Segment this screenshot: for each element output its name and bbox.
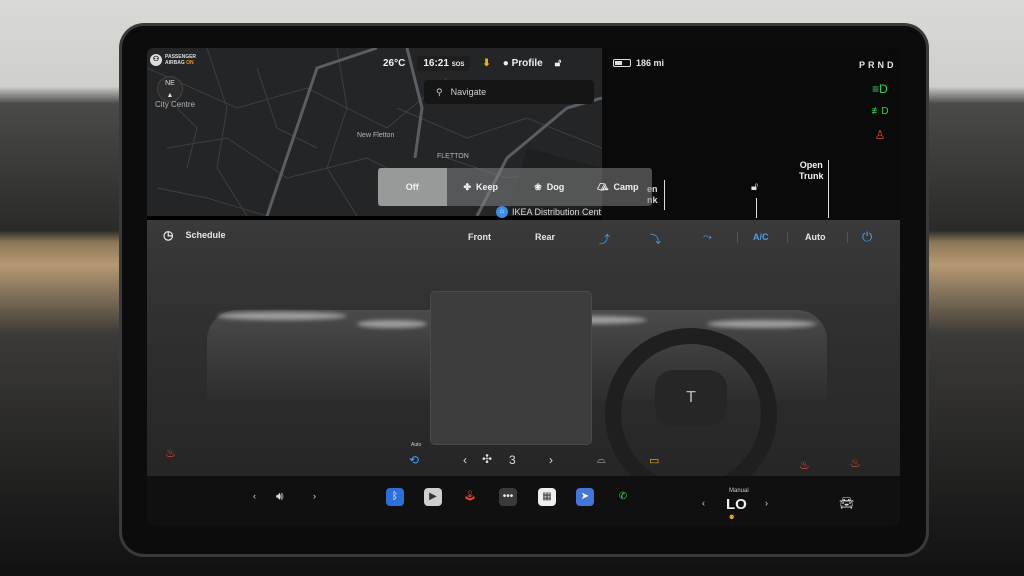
schedule-button[interactable]: ◷ Schedule: [163, 228, 226, 242]
airbag-state: ON: [186, 60, 194, 66]
mode-label: Keep: [476, 182, 499, 192]
climate-power-icon[interactable]: ⏻: [862, 229, 872, 245]
fan-icon: ✤: [463, 181, 472, 192]
sos-label: SOS: [451, 62, 465, 68]
mode-label: Camp: [613, 182, 639, 192]
navigation-app-icon[interactable]: ➤: [576, 488, 594, 506]
battery-range: 186 mi: [636, 58, 665, 68]
lock-status-icon[interactable]: 🔓︎: [555, 58, 561, 69]
climate-status-icon: ⚉: [729, 515, 735, 521]
recirculate-mode-label: Auto: [411, 442, 422, 448]
download-icon[interactable]: ⬇: [482, 58, 490, 69]
passenger-airbag-indicator: ⚇ PASSENGER AIRBAG ON: [150, 54, 196, 66]
divider: [847, 232, 848, 243]
climate-panel: T ◷ Schedule Front Rear ⤴ ⤵ ⤳ A/C Auto ⏻…: [147, 220, 900, 476]
lock-line: [756, 198, 757, 218]
person-icon: ●: [502, 58, 509, 69]
rear-defrost-icon[interactable]: ▭: [649, 454, 659, 467]
poi-ikea[interactable]: ⌂ IKEA Distribution Cent: [496, 206, 601, 218]
status-bar: 26°C 16:21 SOS ⬇ ● Profile 🔓︎: [383, 56, 561, 71]
vent-windshield-icon[interactable]: ⤳: [703, 231, 712, 244]
tesla-logo-icon: T: [655, 370, 727, 426]
cabin-mode-label: Manual: [729, 488, 749, 494]
frunk-line: [664, 180, 665, 210]
profile-label: Profile: [511, 58, 543, 69]
profile-button[interactable]: ● Profile: [503, 58, 543, 69]
mode-dog[interactable]: ❀ Dog: [515, 168, 584, 206]
bluetooth-icon[interactable]: ᛒ: [386, 488, 404, 506]
calendar-icon[interactable]: ▦: [538, 488, 556, 506]
door-lock-icon[interactable]: 🔓︎: [751, 181, 758, 194]
front-defrost-tab[interactable]: Front: [468, 232, 491, 242]
recirculate-icon[interactable]: ⟲: [409, 453, 419, 467]
airflow-right: [707, 320, 817, 328]
clock-icon: ◷: [163, 228, 174, 242]
car-icon[interactable]: 🚘︎: [839, 496, 854, 510]
fan-icon: ✣: [482, 452, 493, 466]
map-label-new-fletton: New Fletton: [357, 132, 395, 139]
auto-button[interactable]: Auto: [805, 232, 826, 242]
phone-icon[interactable]: ✆: [614, 488, 632, 506]
volume-down-chevron-icon[interactable]: ‹: [253, 491, 256, 501]
store-pin-icon: ⌂: [496, 206, 508, 218]
vent-face-icon[interactable]: ⤴: [599, 231, 610, 247]
paw-icon: ❀: [534, 181, 542, 192]
mode-label: Dog: [546, 182, 565, 192]
compass-heading: NE: [165, 80, 175, 87]
cabin-temperature[interactable]: LO: [726, 496, 747, 513]
airflow-left: [217, 312, 347, 320]
search-icon: ⚲: [436, 86, 443, 97]
passenger-seat-heat-icon[interactable]: ♨: [850, 456, 861, 470]
map-label-city-centre: City Centre: [155, 100, 196, 109]
tent-icon: ⛺︎: [597, 181, 609, 192]
temp-down-chevron-icon[interactable]: ‹: [702, 498, 705, 508]
toybox-joystick-icon[interactable]: 🕹︎: [461, 488, 479, 506]
front-defrost-icon[interactable]: ⌓: [597, 454, 606, 467]
mode-keep[interactable]: ✤ Keep: [447, 168, 516, 206]
navigate-placeholder: Navigate: [450, 87, 487, 97]
bottom-dock: ‹ 🔊︎ › ᛒ ▶ 🕹︎ ••• ▦ ➤ ✆ ‹ Manual LO ⚉ › …: [147, 476, 900, 526]
airflow-center-left: [357, 320, 427, 328]
ac-button[interactable]: A/C: [753, 232, 769, 242]
rear-defrost-tab[interactable]: Rear: [535, 232, 555, 242]
steering-heat-icon[interactable]: ♨: [799, 458, 810, 472]
outside-temperature: 26°C: [383, 58, 406, 69]
seatbelt-warning-icon: ♙: [874, 128, 886, 142]
fan-decrease-chevron-icon[interactable]: ‹: [463, 453, 467, 467]
fog-lights-icon: ≢D: [871, 106, 889, 117]
touchscreen: ⚇ PASSENGER AIRBAG ON NE ▲ City Centre N…: [147, 48, 900, 526]
fan-increase-chevron-icon[interactable]: ›: [549, 453, 553, 467]
gear-indicator: PRND: [859, 60, 897, 70]
temp-up-chevron-icon[interactable]: ›: [765, 498, 768, 508]
open-trunk-button[interactable]: Open Trunk: [799, 160, 824, 182]
schedule-label: Schedule: [185, 230, 226, 240]
climate-keep-modes: Off ✤ Keep ❀ Dog ⛺︎ Camp: [378, 168, 652, 206]
battery-fill: [615, 61, 623, 65]
airbag-line2: AIRBAG: [165, 60, 185, 66]
mode-label: Off: [405, 182, 419, 192]
media-player-icon[interactable]: ▶: [424, 488, 442, 506]
airbag-icon: ⚇: [150, 54, 162, 66]
clock-time: 16:21: [423, 58, 449, 69]
center-display-illustration: [431, 292, 591, 444]
battery-icon: [613, 59, 631, 67]
driver-seat-heat-icon[interactable]: ♨: [165, 446, 176, 460]
trunk-line: [828, 160, 829, 218]
compass-button[interactable]: NE ▲: [157, 76, 183, 102]
divider: [787, 232, 788, 243]
clock: 16:21 SOS: [417, 56, 471, 71]
volume-icon[interactable]: 🔊︎: [276, 489, 284, 504]
more-apps-icon[interactable]: •••: [499, 488, 517, 506]
fan-speed-value: 3: [509, 453, 516, 467]
mode-off[interactable]: Off: [378, 168, 447, 206]
vent-feet-icon[interactable]: ⤵: [650, 231, 661, 247]
headlights-icon: ≡D: [872, 82, 888, 96]
divider: [737, 232, 738, 243]
navigate-search-input[interactable]: ⚲ Navigate: [424, 80, 594, 104]
poi-label: IKEA Distribution Cent: [512, 207, 602, 217]
map-label-fletton: FLETTON: [437, 153, 469, 160]
battery-indicator: 186 mi: [613, 58, 664, 68]
mode-camp[interactable]: ⛺︎ Camp: [584, 168, 653, 206]
volume-up-chevron-icon[interactable]: ›: [313, 491, 316, 501]
